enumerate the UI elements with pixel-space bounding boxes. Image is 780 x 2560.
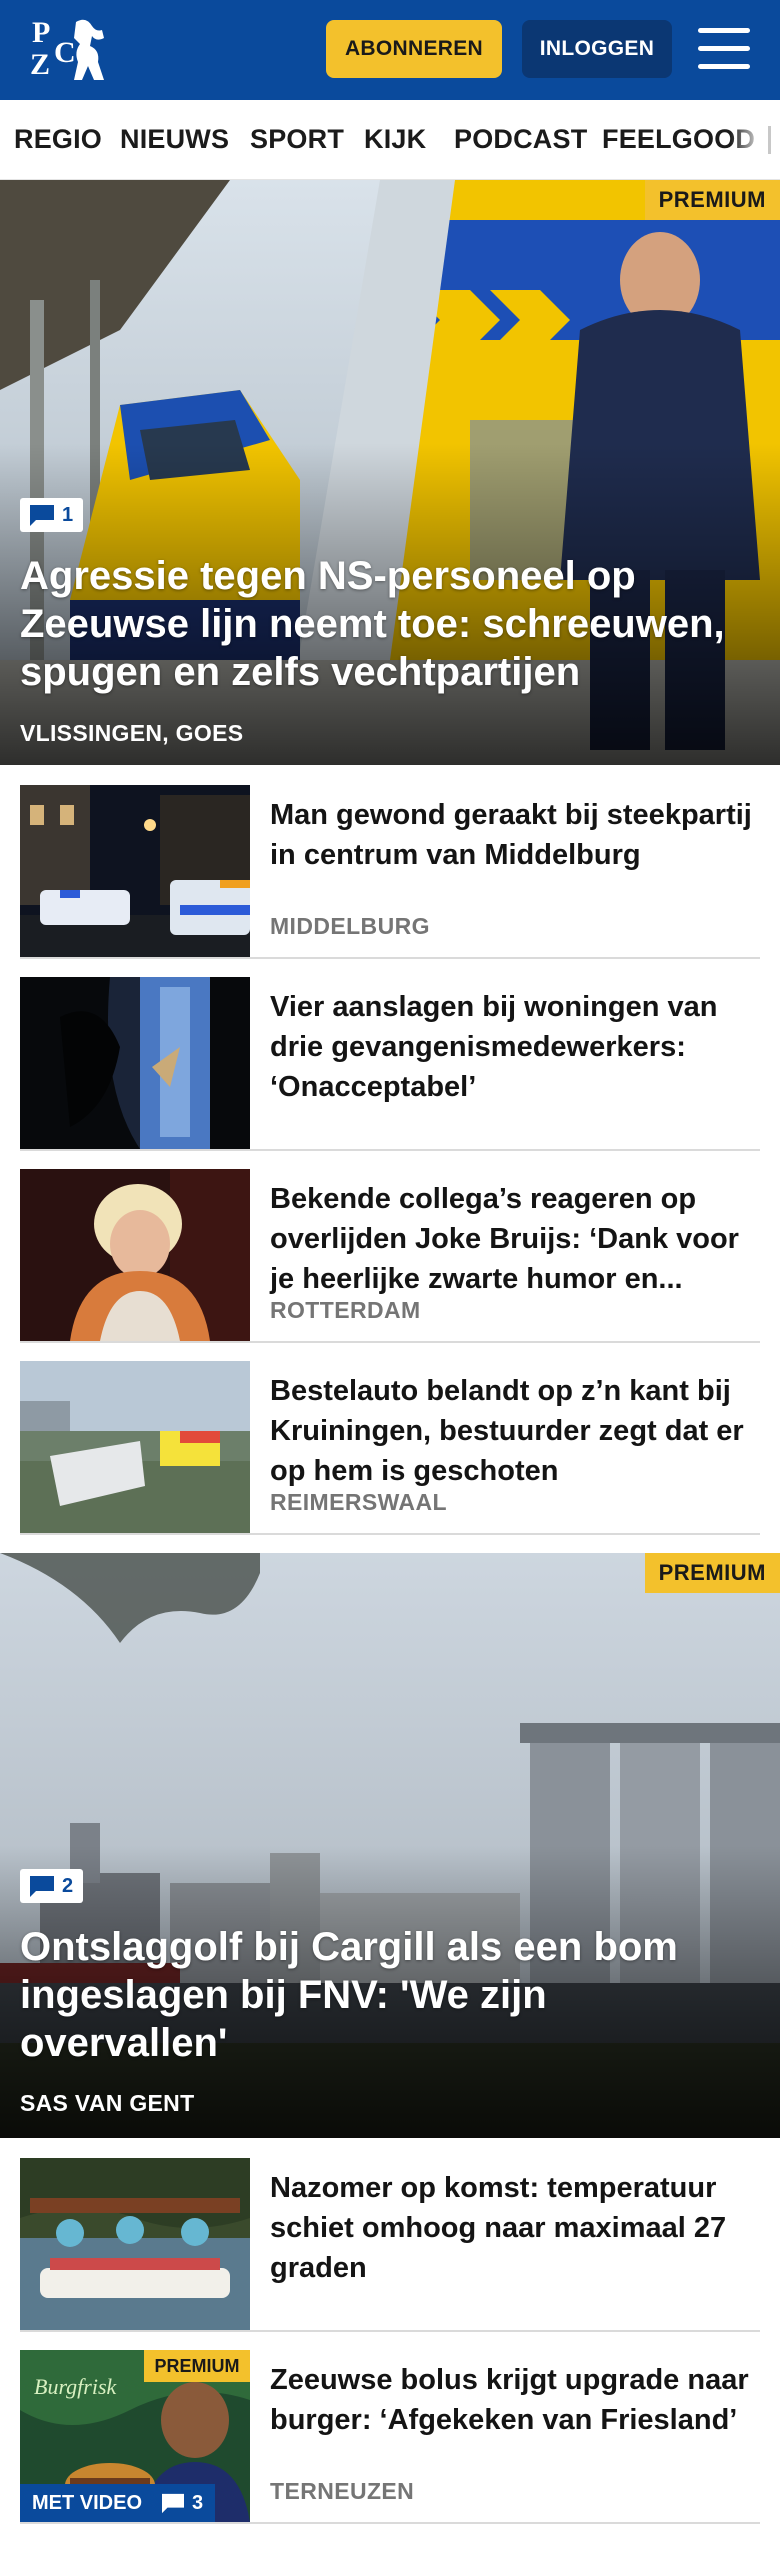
hero-location: VLISSINGEN, GOES [20,720,244,746]
svg-text:C: C [54,36,76,69]
article-title[interactable]: Bestelauto belandt op z’n kant bij Kruin… [270,1371,760,1491]
premium-badge: PREMIUM [144,2350,250,2382]
list-item[interactable]: Nazomer op komst: temperatuur schiet omh… [20,2158,760,2332]
list-item[interactable]: Burgfrisk PREMIUM MET VIDEO 3 Zeeuwse bo… [20,2350,760,2524]
article-thumbnail [20,977,250,1149]
hero-article-ns[interactable]: PREMIUM 1 Agressie tegen NS-personeel op… [0,180,780,765]
hero-headline[interactable]: Ontslaggolf bij Cargill als een bom inge… [20,1923,760,2067]
list-item[interactable]: Bestelauto belandt op z’n kant bij Kruin… [20,1361,760,1535]
article-title[interactable]: Nazomer op komst: temperatuur schiet omh… [270,2168,760,2288]
site-header: P Z C ABONNEREN INLOGGEN [0,0,780,100]
video-label: MET VIDEO [32,2491,143,2514]
hero-headline[interactable]: Agressie tegen NS-personeel op Zeeuwse l… [20,552,760,696]
article-thumbnail [20,1169,250,1341]
nav-overflow-indicator [768,126,771,154]
nav-item-sport[interactable]: SPORT [250,124,344,155]
video-badge[interactable]: MET VIDEO 3 [20,2484,216,2522]
comment-count: 1 [62,503,74,526]
article-title[interactable]: Vier aanslagen bij woningen van drie gev… [270,987,760,1107]
subscribe-button[interactable]: ABONNEREN [326,20,502,78]
article-title[interactable]: Zeeuwse bolus krijgt upgrade naar burger… [270,2360,760,2440]
nav-item-podcast[interactable]: PODCAST [454,124,587,155]
hero-article-cargill[interactable]: PREMIUM 2 Ontslaggolf bij Cargill als ee… [0,1553,780,2138]
section-nav: REGIO NIEUWS SPORT KIJK PODCAST FEELGOOD [0,100,780,180]
article-thumbnail [20,785,250,957]
article-location: TERNEUZEN [270,2478,415,2504]
list-item[interactable]: Man gewond geraakt bij steekpartij in ce… [20,785,760,959]
article-thumbnail [20,2158,250,2330]
premium-badge: PREMIUM [644,180,780,220]
svg-text:Z: Z [30,48,50,81]
article-location: ROTTERDAM [270,1297,421,1323]
premium-badge: PREMIUM [644,1553,780,1593]
comment-count-badge[interactable]: 1 [20,498,84,532]
article-title[interactable]: Man gewond geraakt bij steekpartij in ce… [270,795,760,875]
nav-item-regio[interactable]: REGIO [14,124,102,155]
comment-count: 3 [192,2491,204,2514]
hero-location: SAS VAN GENT [20,2090,195,2116]
list-item[interactable]: Vier aanslagen bij woningen van drie gev… [20,977,760,1151]
comment-count: 2 [62,1874,74,1897]
article-thumbnail: Burgfrisk PREMIUM MET VIDEO 3 [20,2350,250,2522]
hamburger-icon[interactable] [698,24,752,74]
svg-text:P: P [32,16,50,49]
pzc-logo[interactable]: P Z C [28,12,114,88]
comment-icon [30,1876,54,1897]
article-location: REIMERSWAAL [270,1489,447,1515]
article-thumbnail [20,1361,250,1533]
comment-icon [162,2493,185,2514]
list-item[interactable]: Bekende collega’s reageren op overlijden… [20,1169,760,1343]
comment-icon [30,505,54,526]
article-title[interactable]: Bekende collega’s reageren op overlijden… [270,1179,760,1299]
nav-item-kijk[interactable]: KIJK [364,124,426,155]
article-location: MIDDELBURG [270,913,430,939]
nav-item-nieuws[interactable]: NIEUWS [120,124,229,155]
login-button[interactable]: INLOGGEN [522,20,672,78]
svg-text:Burgfrisk: Burgfrisk [34,2374,118,2399]
nav-scroll-fade [730,100,780,179]
comment-count-badge[interactable]: 2 [20,1869,84,1903]
